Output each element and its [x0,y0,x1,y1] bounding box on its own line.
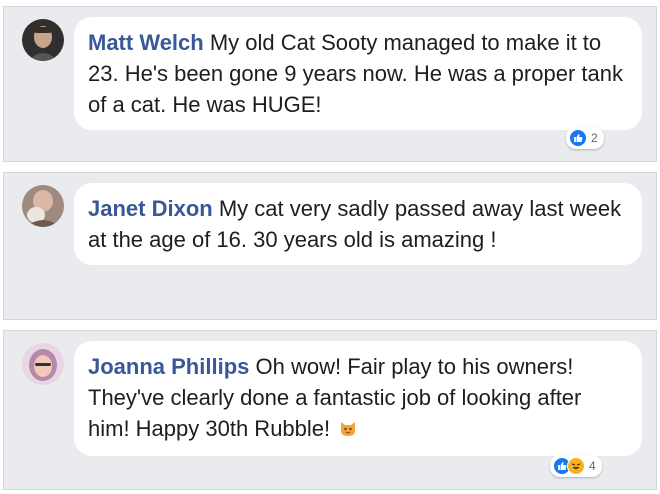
haha-icon [567,457,585,475]
comment-author[interactable]: Janet Dixon [88,196,213,221]
reaction-count: 4 [589,459,596,473]
comment-card: Janet Dixon My cat very sadly passed awa… [3,172,657,320]
reaction-count: 2 [591,131,598,145]
comment-card: Matt Welch My old Cat Sooty managed to m… [3,6,657,162]
avatar[interactable] [22,343,64,385]
comment-card: Joanna Phillips Oh wow! Fair play to his… [3,330,657,490]
like-icon [569,129,587,147]
comment-bubble: Matt Welch My old Cat Sooty managed to m… [74,17,642,130]
avatar[interactable] [22,185,64,227]
comment-bubble: Janet Dixon My cat very sadly passed awa… [74,183,642,265]
avatar[interactable] [22,19,64,61]
cat-face-emoji [338,415,358,446]
comment-author[interactable]: Matt Welch [88,30,204,55]
comment-author[interactable]: Joanna Phillips [88,354,249,379]
reaction-summary[interactable]: 2 [566,127,604,149]
reaction-summary[interactable]: 4 [550,455,602,477]
comment-bubble: Joanna Phillips Oh wow! Fair play to his… [74,341,642,456]
